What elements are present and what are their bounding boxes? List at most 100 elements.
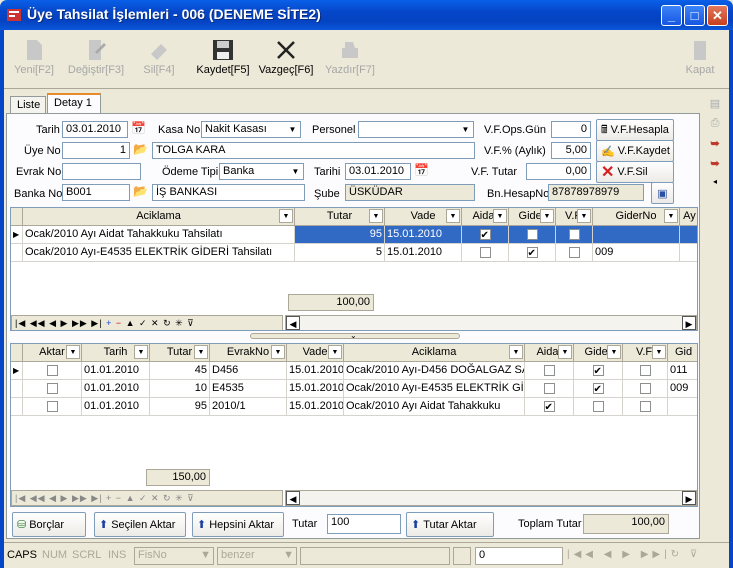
cell-giderno[interactable]: 009	[593, 244, 680, 262]
grid1-col-aidat[interactable]: Aidat ▼	[462, 208, 509, 226]
grid2-col-tarih[interactable]: Tarih ▼	[82, 344, 150, 362]
side-print-icon[interactable]: ⎙	[703, 117, 727, 137]
cell-tarih[interactable]: 01.01.2010	[82, 362, 150, 380]
cell-aidat[interactable]	[525, 362, 574, 380]
vf-checkbox[interactable]	[568, 228, 580, 240]
cell-aidat[interactable]	[525, 380, 574, 398]
cell-tutar[interactable]: 95	[295, 226, 385, 244]
tarihi-field[interactable]: 03.01.2010	[345, 163, 411, 180]
grid2-col-gider[interactable]: Gider ▼	[574, 344, 623, 362]
grid2-col-aciklama[interactable]: Aciklama ▼	[344, 344, 525, 362]
cell-gider[interactable]	[574, 380, 623, 398]
tarih-field[interactable]: 03.01.2010	[62, 121, 128, 138]
cell-tarih[interactable]: 01.01.2010	[82, 398, 150, 416]
vf-checkbox[interactable]	[639, 382, 651, 394]
benzer-select[interactable]: benzer ▼	[217, 547, 297, 565]
vf-checkbox[interactable]	[568, 246, 580, 258]
calendar-icon[interactable]: 📅	[414, 163, 429, 177]
cell-gider[interactable]	[574, 362, 623, 380]
grid1-navigator[interactable]: |◀ ◀◀ ◀ ▶ ▶▶ ▶| + − ▲ ✓ ✕ ↻ ✳ ⊽	[11, 315, 283, 330]
folder-lookup-icon[interactable]: 📂	[133, 184, 148, 198]
grid2-navigator[interactable]: |◀ ◀◀ ◀ ▶ ▶▶ ▶| + − ▲ ✓ ✕ ↻ ✳ ⊽	[11, 490, 283, 506]
side-doc-icon[interactable]: ▤	[703, 97, 727, 117]
vf-ops-field[interactable]: 0	[551, 121, 591, 138]
cell-aciklama[interactable]: Ocak/2010 Ayı Aidat Tahakkuku Tahsilatı	[23, 226, 295, 244]
delete-button[interactable]: Sil[F4]	[139, 36, 179, 76]
tutar-input[interactable]: 100	[327, 514, 401, 534]
cell-evrakno[interactable]: E4535	[210, 380, 287, 398]
grid2-col-gid[interactable]: Gid	[668, 344, 697, 362]
cell-tutar[interactable]: 5	[295, 244, 385, 262]
grid2-col-tutar[interactable]: Tutar ▼	[150, 344, 210, 362]
cell-vf[interactable]	[623, 380, 668, 398]
gider-checkbox[interactable]	[592, 381, 604, 397]
cell-aktar[interactable]	[23, 398, 82, 416]
vf-sil-button[interactable]: ✕ V.F.Sil	[596, 161, 674, 183]
side-collapse-icon[interactable]: ◂	[703, 177, 727, 191]
cell-aktar[interactable]	[23, 362, 82, 380]
cell-vade[interactable]: 15.01.2010	[385, 244, 462, 262]
grid1-col-vf[interactable]: V.F. ▼	[556, 208, 593, 226]
minimize-button[interactable]: _	[661, 5, 682, 26]
cell-vade[interactable]: 15.01.2010	[385, 226, 462, 244]
gider-checkbox[interactable]	[592, 363, 604, 379]
status-search-field[interactable]	[300, 547, 450, 565]
cell-vade[interactable]: 15.01.2010	[287, 398, 344, 416]
cell-gid[interactable]: 011	[668, 362, 697, 380]
tab-liste[interactable]: Liste	[10, 96, 46, 114]
side-arrow2-icon[interactable]: ➥	[703, 157, 727, 177]
cell-aciklama[interactable]: Ocak/2010 Ayı-E4535 ELEKTRİK GİDE	[344, 380, 525, 398]
title-bar[interactable]: Üye Tahsilat İşlemleri - 006 (DENEME SİT…	[0, 0, 733, 30]
cancel-button[interactable]: Vazgeç[F6]	[258, 36, 314, 76]
cell-giderno[interactable]	[593, 226, 680, 244]
grid2-col-vade[interactable]: Vade ▼	[287, 344, 344, 362]
hesap-lookup-button[interactable]: ▣	[651, 182, 674, 204]
grid2-col-aktar[interactable]: Aktar ▼	[23, 344, 82, 362]
personel-select[interactable]: ▼	[358, 121, 474, 138]
save-button[interactable]: Kaydet[F5]	[194, 36, 252, 76]
cell-aciklama[interactable]: Ocak/2010 Ayı Aidat Tahakkuku	[344, 398, 525, 416]
cell-ay[interactable]	[680, 244, 697, 262]
side-arrow-icon[interactable]: ➥	[703, 137, 727, 157]
kasa-select[interactable]: Nakit Kasası ▼	[201, 121, 301, 138]
folder-lookup-icon[interactable]: 📂	[133, 142, 148, 156]
cell-gider[interactable]	[509, 244, 556, 262]
print-button[interactable]: Yazdır[F7]	[324, 36, 376, 76]
aidat-checkbox[interactable]	[479, 246, 491, 258]
gider-checkbox[interactable]	[526, 228, 538, 240]
close-window-button[interactable]: ✕	[707, 5, 728, 26]
scroll-left-icon[interactable]: ◀	[286, 491, 300, 505]
vf-kaydet-button[interactable]: ✍ V.F.Kaydet	[596, 140, 674, 162]
cell-gider[interactable]	[574, 398, 623, 416]
aidat-checkbox[interactable]	[543, 364, 555, 376]
grid2-hscroll[interactable]: ◀ ▶	[285, 490, 697, 506]
cell-aciklama[interactable]: Ocak/2010 Ayı-D456 DOĞALGAZ SAY	[344, 362, 525, 380]
splitter-chevron-icon[interactable]: ⌄	[350, 331, 357, 340]
vf-hesapla-button[interactable]: 🖩 V.F.Hesapla	[596, 119, 674, 141]
cell-vf[interactable]	[556, 226, 593, 244]
aktar-checkbox[interactable]	[46, 364, 58, 376]
aidat-checkbox[interactable]	[479, 227, 491, 243]
grid2-col-evrakno[interactable]: EvrakNo ▼	[210, 344, 287, 362]
odeme-select[interactable]: Banka ▼	[219, 163, 304, 180]
vf-pct-field[interactable]: 5,00	[551, 142, 591, 159]
close-button[interactable]: Kapat	[680, 36, 720, 76]
grid1-col-ay[interactable]: Ay	[680, 208, 697, 226]
cell-gid[interactable]: 009	[668, 380, 697, 398]
cell-tarih[interactable]: 01.01.2010	[82, 380, 150, 398]
vf-checkbox[interactable]	[639, 400, 651, 412]
grid1-col-gider[interactable]: Gider ▼	[509, 208, 556, 226]
cell-evrakno[interactable]: 2010/1	[210, 398, 287, 416]
scroll-right-icon[interactable]: ▶	[682, 491, 696, 505]
cell-vf[interactable]	[623, 398, 668, 416]
cell-vf[interactable]	[556, 244, 593, 262]
status-navigator[interactable]: |◀◀ ◀ ▶ ▶▶|↻ ⊽	[567, 549, 701, 560]
tab-detay[interactable]: Detay 1	[47, 93, 101, 114]
cell-aktar[interactable]	[23, 380, 82, 398]
cell-tutar[interactable]: 10	[150, 380, 210, 398]
grid2-col-vf[interactable]: V.F. ▼	[623, 344, 668, 362]
cell-aidat[interactable]	[462, 244, 509, 262]
grid1-hscroll[interactable]: ◀ ▶	[285, 315, 697, 330]
grid1-col-aciklama[interactable]: Aciklama ▼	[23, 208, 295, 226]
new-button[interactable]: Yeni[F2]	[12, 36, 56, 76]
